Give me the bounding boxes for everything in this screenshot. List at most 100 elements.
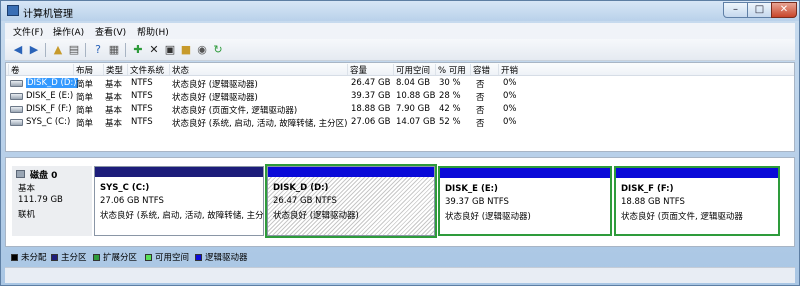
volume-pct-free: 42 % (439, 104, 461, 114)
partition-size: 39.37 GB NTFS (445, 197, 509, 207)
legend-label: 扩展分区 (103, 253, 138, 263)
volume-pct-free: 52 % (439, 117, 461, 127)
col-overhead[interactable]: 开销 (498, 64, 538, 76)
table-row[interactable]: DISK_E (E:) 简单 基本 NTFS 状态良好 (逻辑驱动器) 39.3… (6, 90, 794, 103)
col-free[interactable]: 可用空间 (393, 64, 437, 76)
view-icon[interactable]: ▦ (107, 43, 121, 57)
volume-type: 基本 (105, 80, 123, 90)
volume-fault: 否 (476, 106, 485, 116)
legend-free-space: 可用空间 (145, 251, 189, 263)
delete-icon[interactable]: ✕ (147, 43, 161, 57)
legend-logical: 逻辑驱动器 (195, 251, 248, 263)
partition-status: 状态良好 (逻辑驱动器) (445, 212, 531, 222)
drive-icon (10, 93, 23, 100)
legend-unallocated: 未分配 (11, 251, 47, 263)
volume-layout: 简单 (76, 106, 94, 116)
menu-file[interactable]: 文件(F) (13, 25, 43, 38)
status-bar (5, 267, 795, 283)
disk-size: 111.79 GB (18, 195, 63, 205)
drive-icon (10, 119, 23, 126)
menu-bar: 文件(F) 操作(A) 查看(V) 帮助(H) (5, 23, 795, 39)
legend-label: 可用空间 (155, 253, 190, 263)
volume-capacity: 39.37 GB (351, 91, 391, 101)
drive-icon (10, 106, 23, 113)
volume-layout: 简单 (76, 119, 94, 129)
volume-name: DISK_E (E:) (26, 91, 74, 101)
col-layout[interactable]: 布局 (73, 64, 102, 76)
close-button[interactable]: ✕ (771, 2, 797, 18)
volume-status: 状态良好 (逻辑驱动器) (172, 93, 258, 103)
refresh-icon[interactable]: ↻ (211, 43, 225, 57)
properties-icon[interactable]: ▤ (67, 43, 81, 57)
partition-name: DISK_E (E:) (445, 184, 498, 194)
forward-icon[interactable]: ▶ (27, 43, 41, 57)
volume-pct-free: 28 % (439, 91, 461, 101)
drive-icon (10, 80, 23, 87)
volume-list: 卷 布局 类型 文件系统 状态 容量 可用空间 % 可用 容错 开销 DISK_… (5, 62, 795, 152)
col-volume[interactable]: 卷 (8, 64, 71, 76)
new-icon[interactable]: ✚ (131, 43, 145, 57)
volume-fault: 否 (476, 80, 485, 90)
col-fault[interactable]: 容错 (470, 64, 499, 76)
menu-action[interactable]: 操作(A) (53, 25, 84, 38)
legend-swatch (195, 254, 202, 261)
volume-name: DISK_D (D:) (26, 78, 78, 88)
partition-status: 状态良好 (系统, 启动, 活动, 故障转储, 主分 (100, 211, 264, 221)
table-row[interactable]: DISK_F (F:) 简单 基本 NTFS 状态良好 (页面文件, 逻辑驱动器… (6, 103, 794, 116)
up-folder-icon[interactable]: ▲ (51, 43, 65, 57)
col-pct-free[interactable]: % 可用 (435, 64, 470, 76)
volume-overhead: 0% (503, 78, 517, 88)
title-bar[interactable]: 计算机管理 – □ ✕ (1, 1, 799, 21)
partition-status: 状态良好 (逻辑驱动器) (273, 211, 359, 221)
legend-swatch (145, 254, 152, 261)
volume-status: 状态良好 (页面文件, 逻辑驱动器) (172, 106, 298, 116)
volume-capacity: 18.88 GB (351, 104, 391, 114)
volume-free: 7.90 GB (396, 104, 431, 114)
partition-f[interactable]: DISK_F (F:) 18.88 GB NTFS 状态良好 (页面文件, 逻辑… (614, 166, 780, 236)
computer-management-icon (7, 5, 19, 16)
table-row[interactable]: DISK_D (D:) 简单 基本 NTFS 状态良好 (逻辑驱动器) 26.4… (6, 77, 794, 90)
folder-icon[interactable]: ■ (179, 43, 193, 57)
volume-fs: NTFS (131, 104, 153, 114)
col-capacity[interactable]: 容量 (347, 64, 395, 76)
volume-overhead: 0% (503, 91, 517, 101)
partition-d[interactable]: DISK_D (D:) 26.47 GB NTFS 状态良好 (逻辑驱动器) (265, 164, 437, 238)
legend-label: 逻辑驱动器 (205, 253, 248, 263)
back-icon[interactable]: ◀ (11, 43, 25, 57)
menu-help[interactable]: 帮助(H) (137, 25, 169, 38)
partition-name: DISK_F (F:) (621, 184, 674, 194)
col-filesystem[interactable]: 文件系统 (127, 64, 171, 76)
col-status[interactable]: 状态 (169, 64, 347, 76)
toolbar: ◀ ▶ ▲ ▤ ? ▦ ✚ ✕ ▣ ■ ◉ ↻ (5, 39, 795, 61)
volume-overhead: 0% (503, 117, 517, 127)
column-header-row: 卷 布局 类型 文件系统 状态 容量 可用空间 % 可用 容错 开销 (6, 63, 794, 76)
volume-free: 8.04 GB (396, 78, 431, 88)
legend-swatch (93, 254, 100, 261)
partition-c[interactable]: SYS_C (C:) 27.06 GB NTFS 状态良好 (系统, 启动, 活… (94, 166, 264, 236)
window-title: 计算机管理 (23, 9, 73, 20)
legend-extended: 扩展分区 (93, 251, 137, 263)
minimize-button[interactable]: – (723, 2, 748, 18)
disk-title: 磁盘 0 (30, 171, 58, 181)
partition-name: SYS_C (C:) (100, 183, 150, 193)
volume-type: 基本 (105, 93, 123, 103)
volume-name: SYS_C (C:) (26, 117, 71, 127)
search-icon[interactable]: ◉ (195, 43, 209, 57)
partition-size: 18.88 GB NTFS (621, 197, 685, 207)
help-icon[interactable]: ? (91, 43, 105, 57)
volume-free: 14.07 GB (396, 117, 436, 127)
partition-e[interactable]: DISK_E (E:) 39.37 GB NTFS 状态良好 (逻辑驱动器) (438, 166, 612, 236)
table-row[interactable]: SYS_C (C:) 简单 基本 NTFS 状态良好 (系统, 启动, 活动, … (6, 116, 794, 129)
open-icon[interactable]: ▣ (163, 43, 177, 57)
partition-status: 状态良好 (页面文件, 逻辑驱动器 (621, 212, 743, 222)
volume-pct-free: 30 % (439, 78, 461, 88)
toolbar-separator (125, 43, 126, 57)
volume-overhead: 0% (503, 104, 517, 114)
maximize-button[interactable]: □ (747, 2, 772, 18)
disk-info-panel[interactable]: 磁盘 0 基本 111.79 GB 联机 (12, 166, 92, 236)
menu-view[interactable]: 查看(V) (95, 25, 126, 38)
volume-fs: NTFS (131, 78, 153, 88)
partition-size: 27.06 GB NTFS (100, 196, 164, 206)
volume-layout: 简单 (76, 93, 94, 103)
legend-label: 未分配 (21, 253, 47, 263)
